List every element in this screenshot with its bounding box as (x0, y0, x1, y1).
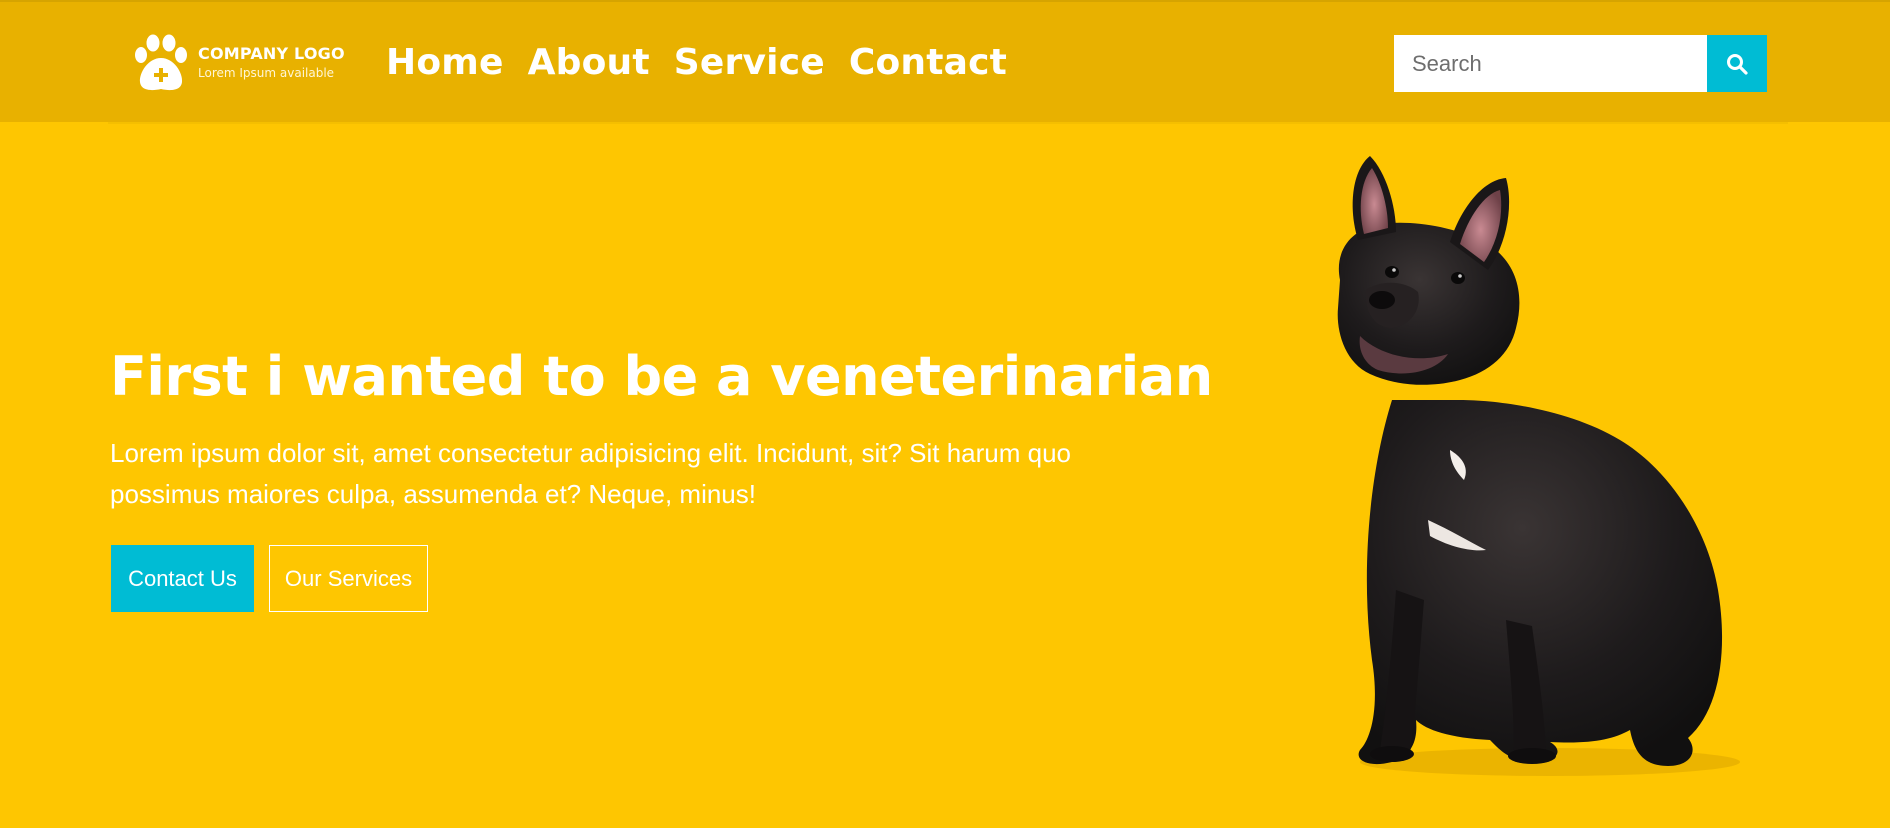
contact-us-button[interactable]: Contact Us (111, 545, 254, 612)
search-bar (1394, 35, 1767, 92)
hero-description: Lorem ipsum dolor sit, amet consectetur … (110, 438, 1072, 509)
header-divider (108, 122, 1788, 124)
search-button[interactable] (1707, 35, 1767, 92)
our-services-button[interactable]: Our Services (269, 545, 428, 612)
french-bulldog-image (1337, 156, 1740, 776)
logo-subtitle: Lorem Ipsum available (198, 66, 335, 80)
main-nav: Home About Service Contact (386, 40, 1007, 86)
nav-service-link[interactable]: Service (674, 40, 825, 86)
logo-text: COMPANY LOGO Lorem Ipsum available (198, 45, 345, 81)
company-logo[interactable]: COMPANY LOGO Lorem Ipsum available (132, 32, 345, 94)
logo-title: COMPANY LOGO (198, 44, 345, 63)
search-input[interactable] (1394, 35, 1707, 92)
nav-home-link[interactable]: Home (386, 40, 504, 86)
nav-contact-link[interactable]: Contact (849, 40, 1007, 86)
search-icon (1727, 53, 1748, 75)
paw-plus-icon (135, 34, 187, 91)
site-header: COMPANY LOGO Lorem Ipsum available Home … (0, 0, 1890, 122)
hero-title: First i wanted to be a veneterinarian (110, 345, 1213, 408)
nav-about-link[interactable]: About (528, 40, 650, 86)
